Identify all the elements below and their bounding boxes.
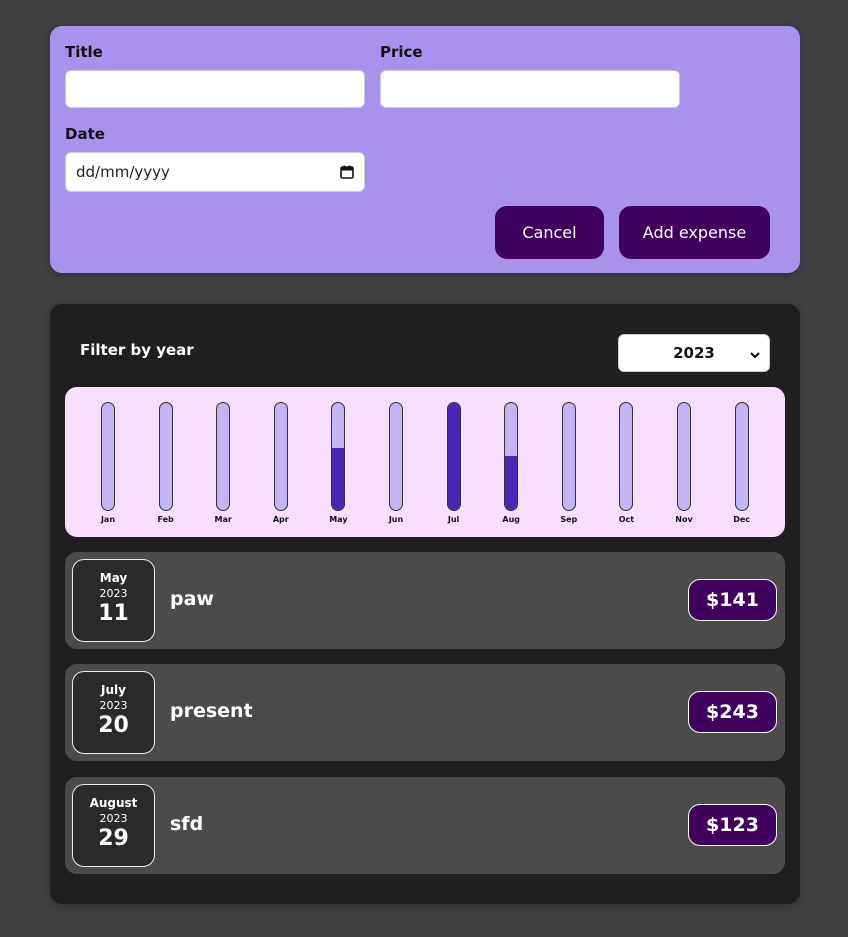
chart-bar-track bbox=[619, 402, 634, 511]
expense-date: May 2023 11 bbox=[72, 559, 155, 642]
chart-bar-track bbox=[158, 402, 173, 511]
chart-bar-track bbox=[331, 402, 346, 511]
title-control: Title bbox=[65, 43, 365, 108]
chart-bar-fill bbox=[332, 447, 345, 510]
chart-bar-track bbox=[504, 402, 519, 511]
chart-bar-mar: Mar bbox=[203, 402, 243, 527]
chart-bar-label: Oct bbox=[618, 515, 635, 524]
chart-bar-jul: Jul bbox=[434, 402, 474, 527]
chart-bar-oct: Oct bbox=[606, 402, 646, 527]
chart-bar-aug: Aug bbox=[491, 402, 531, 527]
expense-day: 20 bbox=[98, 713, 129, 738]
expense-price: $123 bbox=[688, 804, 777, 846]
chart-bar-track bbox=[561, 402, 576, 511]
chart-bar-label: Dec bbox=[733, 515, 750, 524]
price-label: Price bbox=[380, 43, 423, 61]
chart-bar-track bbox=[677, 402, 691, 511]
expense-date: July 2023 20 bbox=[72, 671, 155, 754]
chart-bar-dec: Dec bbox=[722, 402, 762, 527]
expense-date: August 2023 29 bbox=[72, 784, 155, 867]
new-expense-form: Title Price Date dd/mm/yyyy Cancel Add e… bbox=[50, 26, 800, 273]
chart-bar-track bbox=[446, 402, 461, 511]
expenses-chart: Jan Feb Mar Apr May Jun Jul Aug Sep Oct Nov Dec bbox=[65, 387, 785, 537]
date-placeholder: dd/mm/yyyy bbox=[76, 163, 170, 181]
price-input[interactable] bbox=[380, 70, 680, 108]
chart-bar-sep: Sep bbox=[549, 402, 589, 527]
cancel-button[interactable]: Cancel bbox=[495, 206, 604, 259]
chart-bar-track bbox=[216, 402, 231, 511]
chart-bar-label: Jan bbox=[100, 515, 116, 524]
expense-year: 2023 bbox=[99, 587, 128, 600]
expense-month: July bbox=[101, 683, 126, 697]
selected-year: 2023 bbox=[673, 344, 715, 362]
price-control: Price bbox=[380, 43, 680, 108]
chart-bar-fill bbox=[505, 455, 518, 510]
expense-item: July 2023 20 present $243 bbox=[65, 664, 785, 761]
chart-bar-track bbox=[273, 402, 288, 511]
chart-bar-may: May bbox=[318, 402, 358, 527]
expense-month: May bbox=[99, 571, 128, 585]
title-input[interactable] bbox=[65, 70, 365, 108]
chart-bar-track bbox=[389, 402, 403, 511]
expense-item: August 2023 29 sfd $123 bbox=[65, 777, 785, 874]
chart-bar-label: Jun bbox=[388, 515, 404, 524]
chart-bar-track bbox=[101, 402, 115, 511]
title-label: Title bbox=[65, 43, 103, 61]
date-input[interactable]: dd/mm/yyyy bbox=[65, 152, 365, 192]
filter-label: Filter by year bbox=[80, 341, 194, 359]
chevron-down-icon bbox=[749, 347, 761, 359]
chart-bar-label: Sep bbox=[560, 515, 578, 524]
expense-title: present bbox=[170, 700, 253, 722]
expense-day: 11 bbox=[98, 601, 129, 626]
expense-item: May 2023 11 paw $141 bbox=[65, 552, 785, 649]
calendar-icon[interactable] bbox=[340, 165, 354, 179]
chart-bar-jun: Jun bbox=[376, 402, 416, 527]
chart-bar-label: Jul bbox=[447, 515, 460, 524]
chart-bar-apr: Apr bbox=[261, 402, 301, 527]
chart-bar-label: Aug bbox=[502, 515, 520, 524]
expense-price: $243 bbox=[688, 691, 777, 733]
chart-bar-label: Feb bbox=[157, 515, 174, 524]
expense-month: August bbox=[89, 796, 138, 810]
chart-bar-label: May bbox=[329, 515, 348, 524]
chart-bar-label: Apr bbox=[272, 515, 289, 524]
date-control: Date dd/mm/yyyy bbox=[65, 125, 365, 192]
year-select[interactable]: 2023 bbox=[618, 334, 770, 372]
chart-bar-label: Nov bbox=[675, 515, 693, 524]
add-expense-button[interactable]: Add expense bbox=[619, 206, 770, 259]
expense-title: paw bbox=[170, 588, 214, 610]
chart-bar-nov: Nov bbox=[664, 402, 704, 527]
expense-title: sfd bbox=[170, 813, 204, 835]
expenses-panel: Filter by year 2023 Jan Feb Mar Apr May Jun Ju… bbox=[50, 304, 800, 904]
chart-bar-track bbox=[734, 402, 749, 511]
chart-bar-jan: Jan bbox=[88, 402, 128, 527]
date-label: Date bbox=[65, 125, 105, 143]
expense-year: 2023 bbox=[99, 699, 128, 712]
expense-day: 29 bbox=[98, 826, 129, 851]
expense-year: 2023 bbox=[99, 812, 128, 825]
chart-bar-feb: Feb bbox=[146, 402, 186, 527]
expense-price: $141 bbox=[688, 579, 777, 621]
chart-bar-label: Mar bbox=[214, 515, 232, 524]
chart-bar-fill bbox=[447, 403, 460, 510]
